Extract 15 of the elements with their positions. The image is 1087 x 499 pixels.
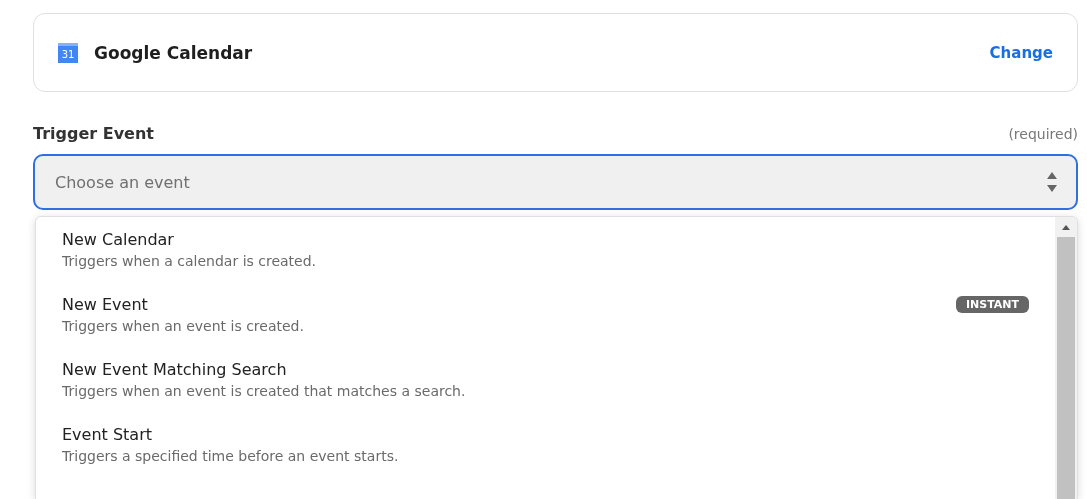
event-input[interactable]: Choose an event [53, 171, 1046, 193]
scrollbar[interactable] [1055, 217, 1077, 499]
scroll-up-icon[interactable] [1061, 223, 1071, 233]
calendar-icon: 31 [58, 42, 78, 63]
app-name: Google Calendar [94, 42, 254, 63]
required-hint: (required) [1008, 126, 1078, 142]
event-option[interactable]: New Event INSTANT Triggers when an event is created. [36, 282, 1055, 347]
event-option[interactable]: Event Start Triggers a specified time before an event starts. [36, 412, 1055, 477]
change-link[interactable]: Change [989, 43, 1053, 62]
field-label: Trigger Event [33, 124, 154, 143]
event-option[interactable]: New Calendar Triggers when a calendar is created. [36, 217, 1055, 282]
instant-badge: INSTANT [955, 296, 1029, 313]
sort-arrows-icon [1046, 171, 1058, 193]
event-option[interactable]: New Event Matching Search Triggers when an event is created that matches a search. [36, 347, 1055, 412]
event-select[interactable]: Choose an event [33, 154, 1078, 210]
